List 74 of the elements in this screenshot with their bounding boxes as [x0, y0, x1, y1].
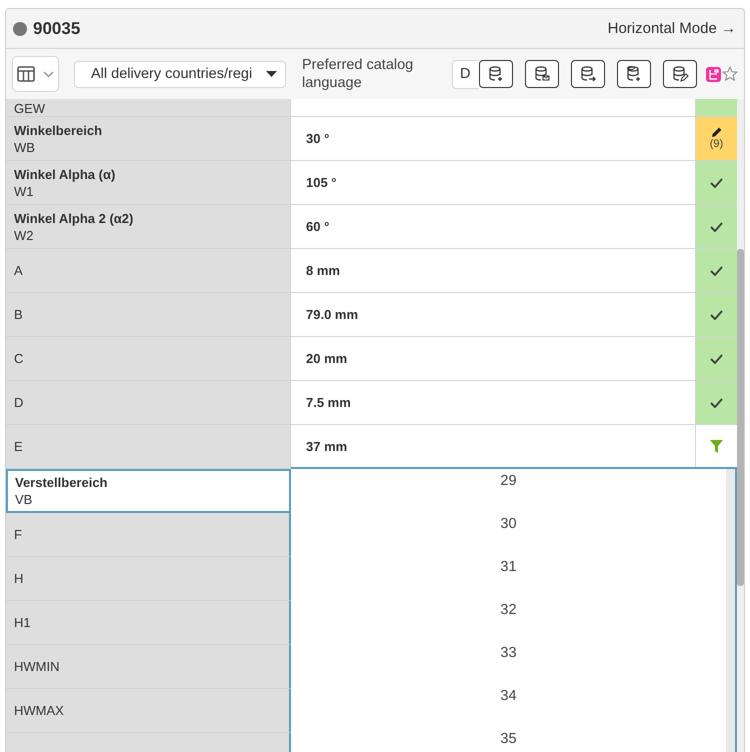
checkmark-icon: [710, 178, 723, 188]
property-code: H: [14, 570, 24, 587]
property-code: A: [14, 262, 24, 279]
article-number: 90035: [33, 18, 82, 38]
horizontal-mode-link[interactable]: Horizontal Mode →: [608, 20, 736, 37]
star-icon[interactable]: [722, 66, 738, 82]
language-label: Preferred catalog language: [302, 56, 414, 92]
database-mail-button[interactable]: [525, 60, 559, 88]
property-value: 30 °: [306, 131, 330, 146]
database-add-button[interactable]: [479, 60, 513, 88]
property-code: D: [14, 394, 24, 411]
property-code: GEW: [14, 101, 46, 116]
property-code: H1: [14, 614, 32, 631]
property-name: Verstellbereich: [15, 474, 108, 491]
table-view-button[interactable]: [12, 56, 59, 92]
status-dot-icon: [13, 22, 27, 36]
scrollbar[interactable]: [737, 99, 744, 752]
caret-down-icon: [266, 71, 277, 77]
property-name: Winkelbereich: [14, 122, 104, 138]
dropdown-option[interactable]: 35: [500, 731, 517, 747]
checkmark-icon: [710, 398, 723, 408]
pencil-icon[interactable]: [711, 127, 722, 138]
property-code: W1: [14, 182, 34, 200]
scrollbar-thumb[interactable]: [737, 249, 744, 586]
checkmark-icon: [710, 354, 723, 364]
property-code: HWMIN: [14, 658, 60, 675]
dropdown-option[interactable]: 31: [500, 559, 517, 575]
property-name: Winkel Alpha (α): [14, 166, 116, 182]
language-field[interactable]: D: [452, 60, 479, 88]
property-row[interactable]: F: [6, 513, 291, 557]
property-code: B: [14, 306, 24, 323]
database-add-icon: [487, 65, 505, 83]
property-value: 37 mm: [306, 439, 348, 454]
country-dropdown[interactable]: All delivery countries/regi: [74, 60, 286, 88]
filter-icon[interactable]: [710, 440, 723, 453]
property-row[interactable]: H: [6, 557, 291, 601]
property-value: 79.0 mm: [306, 307, 358, 322]
dropdown-scrollbar[interactable]: [726, 469, 735, 752]
property-name: Winkel Alpha 2 (α2): [14, 210, 134, 226]
checkmark-icon: [710, 222, 723, 232]
edit-count: (9): [710, 138, 724, 150]
database-export-button[interactable]: [571, 60, 605, 88]
property-value: 20 mm: [306, 351, 348, 366]
property-code: E: [14, 438, 24, 455]
property-code: VB: [15, 491, 34, 508]
database-stack-add-button[interactable]: [617, 60, 651, 88]
property-value: 8 mm: [306, 263, 340, 278]
selected-property-row[interactable]: Verstellbereich VB: [6, 469, 291, 513]
property-value: 7.5 mm: [306, 395, 351, 410]
property-code: F: [14, 526, 23, 543]
property-code: W2: [14, 226, 34, 244]
checkmark-icon: [710, 310, 723, 320]
checkmark-icon: [710, 266, 723, 276]
table-icon: [17, 66, 35, 82]
hierarchy-icon[interactable]: [706, 66, 721, 82]
database-export-icon: [579, 65, 597, 83]
property-value: 105 °: [306, 175, 337, 190]
property-row[interactable]: HWMIN: [6, 645, 291, 689]
dropdown-option[interactable]: 30: [500, 516, 517, 532]
chevron-down-icon: [43, 70, 54, 78]
dropdown-option[interactable]: 33: [500, 645, 517, 661]
database-edit-icon: [671, 65, 689, 83]
database-stack-add-icon: [625, 65, 643, 83]
property-row[interactable]: H1: [6, 601, 291, 645]
database-edit-button[interactable]: [663, 60, 697, 88]
property-value: 60 °: [306, 219, 330, 234]
property-row[interactable]: HWMAX: [6, 689, 291, 733]
dropdown-option[interactable]: 34: [500, 688, 517, 704]
dropdown-option[interactable]: 32: [500, 602, 517, 618]
dropdown-option[interactable]: 29: [500, 473, 517, 489]
property-code: C: [14, 350, 24, 367]
property-code: HWMAX: [14, 702, 65, 719]
database-mail-icon: [533, 65, 551, 83]
property-code: WB: [14, 138, 36, 156]
